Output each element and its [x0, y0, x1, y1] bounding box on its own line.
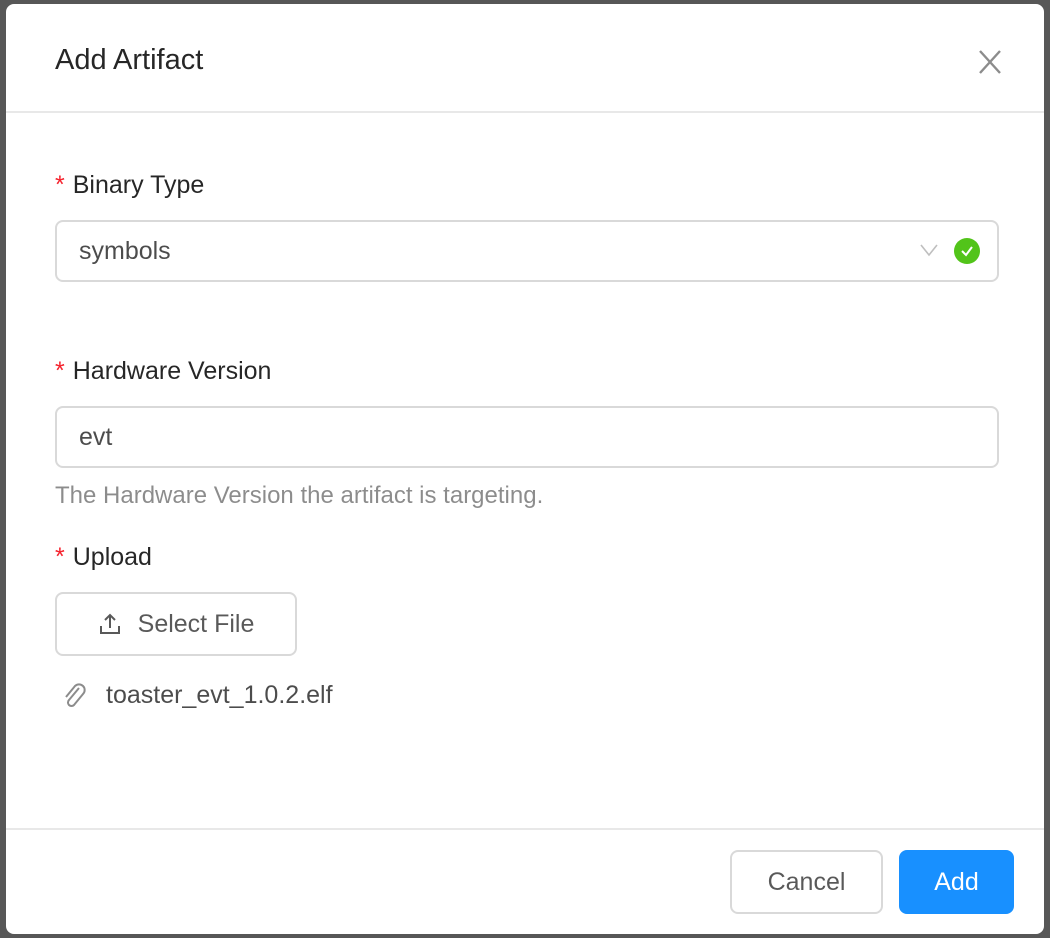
footer-divider [6, 828, 1044, 830]
header-divider [6, 111, 1044, 113]
hardware-version-label: * Hardware Version [55, 356, 271, 386]
paperclip-icon [62, 682, 88, 710]
upload-label: * Upload [55, 542, 152, 572]
required-mark: * [55, 357, 65, 385]
required-mark: * [55, 543, 65, 571]
hardware-version-input[interactable]: evt [55, 406, 999, 468]
check-circle-icon [954, 238, 980, 269]
hardware-version-label-text: Hardware Version [72, 357, 272, 385]
cancel-button[interactable]: Cancel [730, 850, 883, 914]
select-file-label: Select File [137, 609, 255, 638]
hardware-version-value: evt [79, 423, 113, 451]
select-file-button[interactable]: Select File [55, 592, 297, 656]
uploaded-file-name[interactable]: toaster_evt_1.0.2.elf [106, 681, 333, 710]
binary-type-label-text: Binary Type [72, 171, 205, 199]
chevron-down-icon [919, 242, 939, 263]
hardware-version-help: The Hardware Version the artifact is tar… [55, 482, 544, 509]
close-icon[interactable] [974, 46, 1006, 78]
upload-label-text: Upload [72, 543, 152, 571]
binary-type-label: * Binary Type [55, 170, 204, 200]
upload-icon [98, 612, 122, 636]
uploaded-file-item[interactable]: toaster_evt_1.0.2.elf [62, 681, 333, 710]
binary-type-value: symbols [79, 237, 171, 265]
add-artifact-dialog: Add Artifact * Binary Type symbols * Hardw… [6, 4, 1044, 934]
add-button[interactable]: Add [899, 850, 1014, 914]
dialog-title: Add Artifact [55, 44, 204, 76]
binary-type-select[interactable]: symbols [55, 220, 999, 282]
required-mark: * [55, 171, 65, 199]
